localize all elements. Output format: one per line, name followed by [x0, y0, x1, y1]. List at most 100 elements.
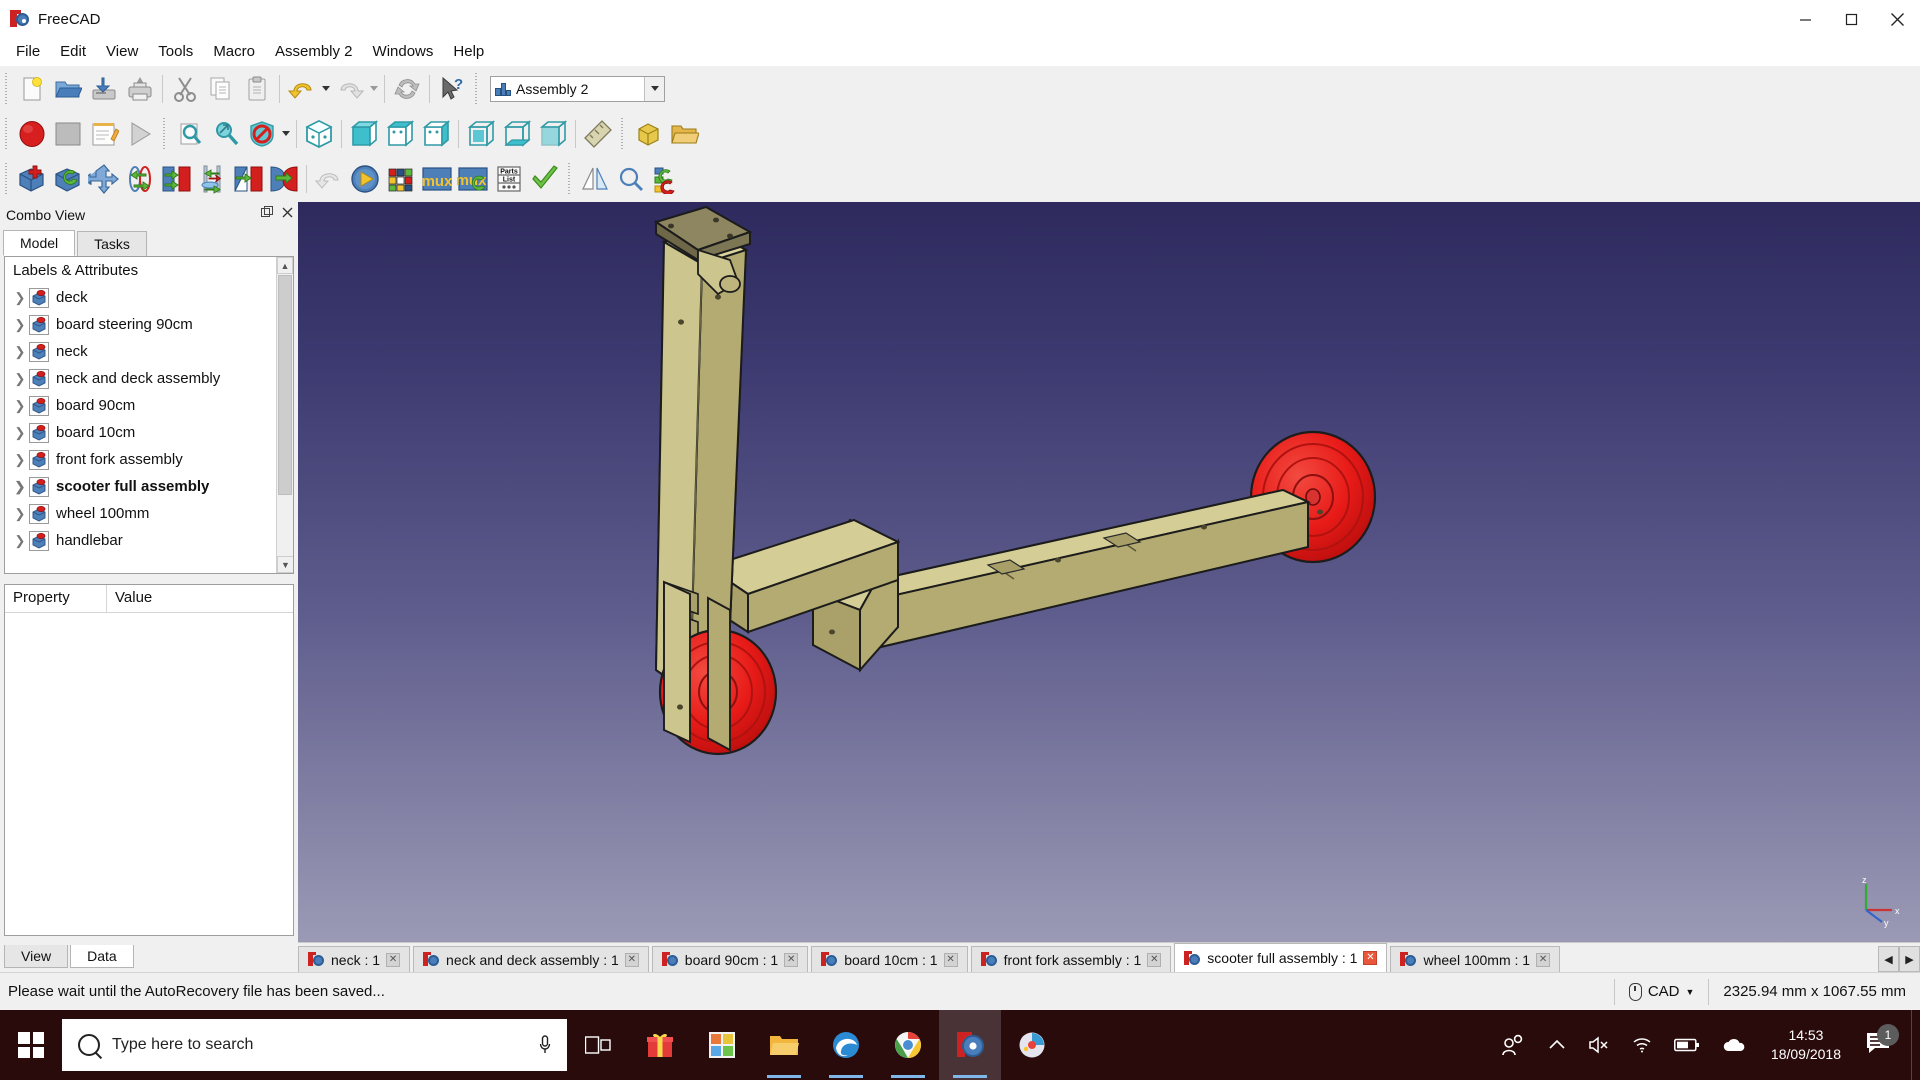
mux-assembly-button[interactable] — [384, 162, 418, 196]
save-document-button[interactable] — [87, 72, 121, 106]
print-document-button[interactable] — [123, 72, 157, 106]
3d-viewport[interactable]: x z y — [298, 202, 1920, 942]
chevron-right-icon[interactable]: ❯ — [11, 344, 29, 360]
toolbar-grip[interactable] — [161, 117, 169, 150]
chevron-right-icon[interactable]: ❯ — [11, 533, 29, 549]
tree-item-neck-and-deck-assembly[interactable]: ❯ neck and deck assembly — [5, 365, 293, 392]
tree-item-board-90cm[interactable]: ❯ board 90cm — [5, 392, 293, 419]
menu-windows[interactable]: Windows — [363, 40, 444, 64]
move-part-button[interactable] — [87, 162, 121, 196]
macro-record-button[interactable] — [15, 117, 49, 151]
freecad-app-button[interactable] — [939, 1010, 1001, 1080]
doc-tab-scooter-full-assembly[interactable]: scooter full assembly : 1 ✕ — [1174, 943, 1388, 972]
doc-tab-close-icon[interactable]: ✕ — [624, 952, 639, 967]
start-button[interactable] — [0, 1010, 62, 1080]
file-explorer-button[interactable] — [753, 1010, 815, 1080]
taskbar-clock[interactable]: 14:53 18/09/2018 — [1757, 1026, 1855, 1064]
solve-constraints-button[interactable] — [348, 162, 382, 196]
doc-tab-board-10cm[interactable]: board 10cm : 1 ✕ — [811, 946, 968, 972]
doc-tab-close-icon[interactable]: ✕ — [784, 952, 799, 967]
network-tray-icon[interactable] — [1621, 1037, 1663, 1053]
doc-tab-close-icon[interactable]: ✕ — [386, 952, 401, 967]
menu-edit[interactable]: Edit — [50, 40, 96, 64]
tree-tools-button[interactable] — [650, 162, 684, 196]
tab-scroll-right-button[interactable]: ▶ — [1899, 946, 1920, 972]
menu-view[interactable]: View — [96, 40, 148, 64]
tab-data[interactable]: Data — [70, 945, 134, 968]
plane-constraint-button[interactable] — [159, 162, 193, 196]
task-view-button[interactable] — [567, 1010, 629, 1080]
tree-item-handlebar[interactable]: ❯ handlebar — [5, 527, 293, 554]
volume-tray-icon[interactable] — [1577, 1036, 1621, 1054]
execute-macro-button[interactable] — [123, 117, 157, 151]
import-part-button[interactable] — [15, 162, 49, 196]
doc-tab-close-icon[interactable]: ✕ — [1363, 951, 1378, 965]
nav-style-selector[interactable]: CAD ▼ — [1613, 978, 1709, 1005]
paint3d-app-button[interactable] — [1001, 1010, 1063, 1080]
search-input[interactable]: Type here to search — [62, 1019, 567, 1071]
chevron-right-icon[interactable]: ❯ — [11, 452, 29, 468]
rear-view-button[interactable] — [464, 117, 498, 151]
toolbar-grip[interactable] — [473, 72, 481, 105]
redo-button[interactable] — [333, 72, 367, 106]
macros-button[interactable] — [87, 117, 121, 151]
tree-item-neck[interactable]: ❯ neck — [5, 338, 293, 365]
update-mux-button[interactable]: mux — [456, 162, 490, 196]
doc-tab-board-90cm[interactable]: board 90cm : 1 ✕ — [651, 946, 809, 972]
create-group-button[interactable] — [667, 117, 701, 151]
tab-model[interactable]: Model — [3, 230, 76, 256]
measure-button[interactable] — [581, 117, 615, 151]
top-view-button[interactable] — [383, 117, 417, 151]
scroll-up-button[interactable]: ▲ — [277, 257, 293, 274]
close-button[interactable] — [1874, 0, 1920, 38]
microphone-icon[interactable] — [539, 1035, 551, 1055]
draw-style-dropdown-arrow-icon[interactable] — [280, 117, 292, 151]
toolbar-grip[interactable] — [619, 117, 627, 150]
gift-app-button[interactable] — [629, 1010, 691, 1080]
whats-this-button[interactable]: ? — [435, 72, 469, 106]
tree-item-front-fork-assembly[interactable]: ❯ front fork assembly — [5, 446, 293, 473]
menu-assembly2[interactable]: Assembly 2 — [265, 40, 363, 64]
toolbar-grip[interactable] — [3, 72, 11, 105]
doc-tab-neck[interactable]: neck : 1 ✕ — [298, 946, 411, 972]
chevron-right-icon[interactable]: ❯ — [11, 479, 29, 495]
workbench-selector[interactable]: Assembly 2 — [490, 75, 665, 102]
tab-tasks[interactable]: Tasks — [77, 231, 147, 256]
store-app-button[interactable] — [691, 1010, 753, 1080]
angle-constraint-button[interactable] — [195, 162, 229, 196]
bottom-view-button[interactable] — [500, 117, 534, 151]
close-panel-button[interactable] — [280, 205, 294, 219]
doc-tab-close-icon[interactable]: ✕ — [1536, 952, 1551, 967]
new-document-button[interactable] — [15, 72, 49, 106]
update-parts-button[interactable] — [51, 162, 85, 196]
menu-tools[interactable]: Tools — [148, 40, 203, 64]
chevron-right-icon[interactable]: ❯ — [11, 371, 29, 387]
menu-help[interactable]: Help — [443, 40, 494, 64]
mirror-button[interactable] — [578, 162, 612, 196]
doc-tab-front-fork-assembly[interactable]: front fork assembly : 1 ✕ — [970, 946, 1172, 972]
chevron-right-icon[interactable]: ❯ — [11, 317, 29, 333]
toolbar-grip[interactable] — [566, 162, 574, 195]
toolbar-grip[interactable] — [3, 162, 11, 195]
chevron-down-icon[interactable] — [644, 76, 664, 101]
shape-info-button[interactable] — [614, 162, 648, 196]
copy-button[interactable] — [204, 72, 238, 106]
fit-all-button[interactable] — [173, 117, 207, 151]
right-view-button[interactable] — [419, 117, 453, 151]
menu-file[interactable]: File — [6, 40, 50, 64]
open-document-button[interactable] — [51, 72, 85, 106]
macro-stop-button[interactable] — [51, 117, 85, 151]
check-button[interactable] — [528, 162, 562, 196]
undo-button[interactable] — [285, 72, 319, 106]
doc-tab-neck-and-deck-assembly[interactable]: neck and deck assembly : 1 ✕ — [413, 946, 649, 972]
battery-tray-icon[interactable] — [1663, 1038, 1711, 1052]
undo-constraint-button[interactable] — [312, 162, 346, 196]
left-view-button[interactable] — [536, 117, 570, 151]
menu-macro[interactable]: Macro — [203, 40, 265, 64]
chevron-right-icon[interactable]: ❯ — [11, 290, 29, 306]
chevron-right-icon[interactable]: ❯ — [11, 425, 29, 441]
tree-item-wheel-100mm[interactable]: ❯ wheel 100mm — [5, 500, 293, 527]
draw-style-button[interactable] — [245, 117, 279, 151]
minimize-button[interactable] — [1782, 0, 1828, 38]
tab-scroll-left-button[interactable]: ◀ — [1878, 946, 1899, 972]
